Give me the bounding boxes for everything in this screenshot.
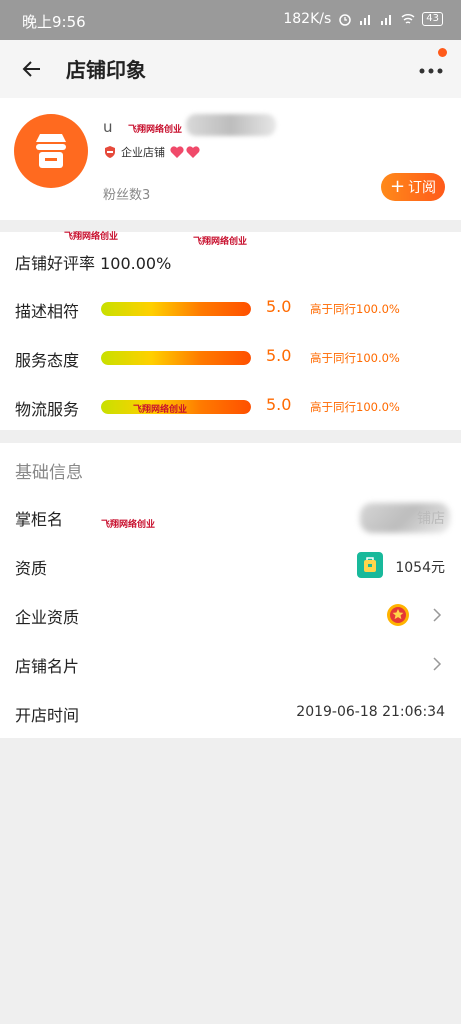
- notification-dot: [438, 48, 447, 57]
- alarm-icon: [339, 14, 352, 26]
- status-bar: 晚上9:56 182K/s 43: [0, 0, 461, 40]
- open-time-label: 开店时间: [15, 706, 80, 725]
- enterprise-qualification-label: 企业资质: [15, 608, 80, 627]
- subscribe-button[interactable]: + 订阅: [381, 173, 445, 201]
- qualification-value: 1054元: [395, 560, 445, 576]
- chevron-right-icon: [433, 657, 442, 671]
- back-arrow-icon[interactable]: [18, 55, 46, 83]
- watermark: 飞翔网络创业: [101, 520, 156, 530]
- status-icons: 182K/s 43: [283, 11, 443, 27]
- enterprise-label: 企业店铺: [121, 146, 165, 159]
- fans-count: 粉丝数3: [103, 188, 151, 203]
- rating-score: 5.0: [266, 346, 292, 365]
- national-emblem-icon: [387, 604, 409, 626]
- signal-icon-2: [381, 15, 392, 25]
- shop-name: u: [103, 118, 113, 136]
- ratings-section: 飞翔网络创业 飞翔网络创业 店铺好评率 100.00% 描述相符 5.0 高于同…: [0, 232, 461, 430]
- rating-label: 描述相符: [15, 302, 80, 321]
- rating-label: 物流服务: [15, 400, 80, 419]
- page-title: 店铺印象: [66, 58, 146, 82]
- keeper-value: 铺店: [417, 511, 445, 527]
- battery-icon: 43: [422, 12, 443, 26]
- rating-bar-fill: [101, 302, 251, 316]
- shop-name-redacted: [186, 114, 276, 136]
- rating-score: 5.0: [266, 395, 292, 414]
- rating-bar: [101, 351, 251, 365]
- deposit-bag-icon: [357, 552, 383, 578]
- open-time-value: 2019-06-18 21:06:34: [296, 704, 445, 720]
- enterprise-shield-icon: [105, 146, 115, 158]
- section-title: 基础信息: [15, 463, 83, 483]
- shop-card-row[interactable]: 店铺名片: [0, 650, 461, 680]
- rating-bar-fill: [101, 351, 251, 365]
- rating-score: 5.0: [266, 297, 292, 316]
- rating-bar: [101, 302, 251, 316]
- more-options-icon[interactable]: [415, 54, 447, 84]
- rating-compare: 高于同行100.0%: [310, 302, 400, 316]
- rating-row-service: 服务态度 5.0 高于同行100.0%: [0, 343, 461, 373]
- network-speed: 182K/s: [283, 11, 332, 27]
- chevron-right-icon: [433, 608, 442, 622]
- keeper-label: 掌柜名: [15, 510, 64, 529]
- rating-label: 服务态度: [15, 351, 80, 370]
- signal-icon: [360, 15, 371, 25]
- shop-card-label: 店铺名片: [15, 657, 80, 676]
- enterprise-qualification-row[interactable]: 企业资质: [0, 601, 461, 631]
- shop-logo-icon: [14, 114, 88, 188]
- watermark: 飞翔网络创业: [193, 237, 248, 247]
- qualification-label: 资质: [15, 559, 48, 578]
- keeper-row[interactable]: 掌柜名 飞翔网络创业 铺店: [0, 503, 461, 533]
- watermark: 飞翔网络创业: [128, 125, 183, 135]
- hearts-icon: [170, 146, 200, 158]
- rating-compare: 高于同行100.0%: [310, 351, 400, 365]
- rating-row-logistics: 物流服务 飞翔网络创业 5.0 高于同行100.0%: [0, 392, 461, 422]
- subscribe-label: 订阅: [408, 180, 437, 196]
- enterprise-badge-row: 企业店铺: [103, 144, 201, 160]
- qualification-row[interactable]: 资质 1054元: [0, 552, 461, 582]
- wifi-icon: [401, 14, 415, 24]
- basic-info-section: 基础信息 掌柜名 飞翔网络创业 铺店 资质 1054元 企业资质 店铺名片 开店…: [0, 443, 461, 738]
- app-header: 店铺印象: [0, 40, 461, 98]
- rating-compare: 高于同行100.0%: [310, 400, 400, 414]
- watermark: 飞翔网络创业: [133, 405, 188, 415]
- watermark: 飞翔网络创业: [64, 232, 119, 242]
- rating-row-description: 描述相符 5.0 高于同行100.0%: [0, 294, 461, 324]
- open-time-row: 开店时间 2019-06-18 21:06:34: [0, 699, 461, 729]
- shop-card: u 飞翔网络创业 企业店铺 粉丝数3 + 订阅: [0, 98, 461, 220]
- status-time: 晚上9:56: [22, 13, 86, 31]
- good-rate: 店铺好评率 100.00%: [15, 254, 172, 273]
- plus-icon: +: [389, 176, 406, 197]
